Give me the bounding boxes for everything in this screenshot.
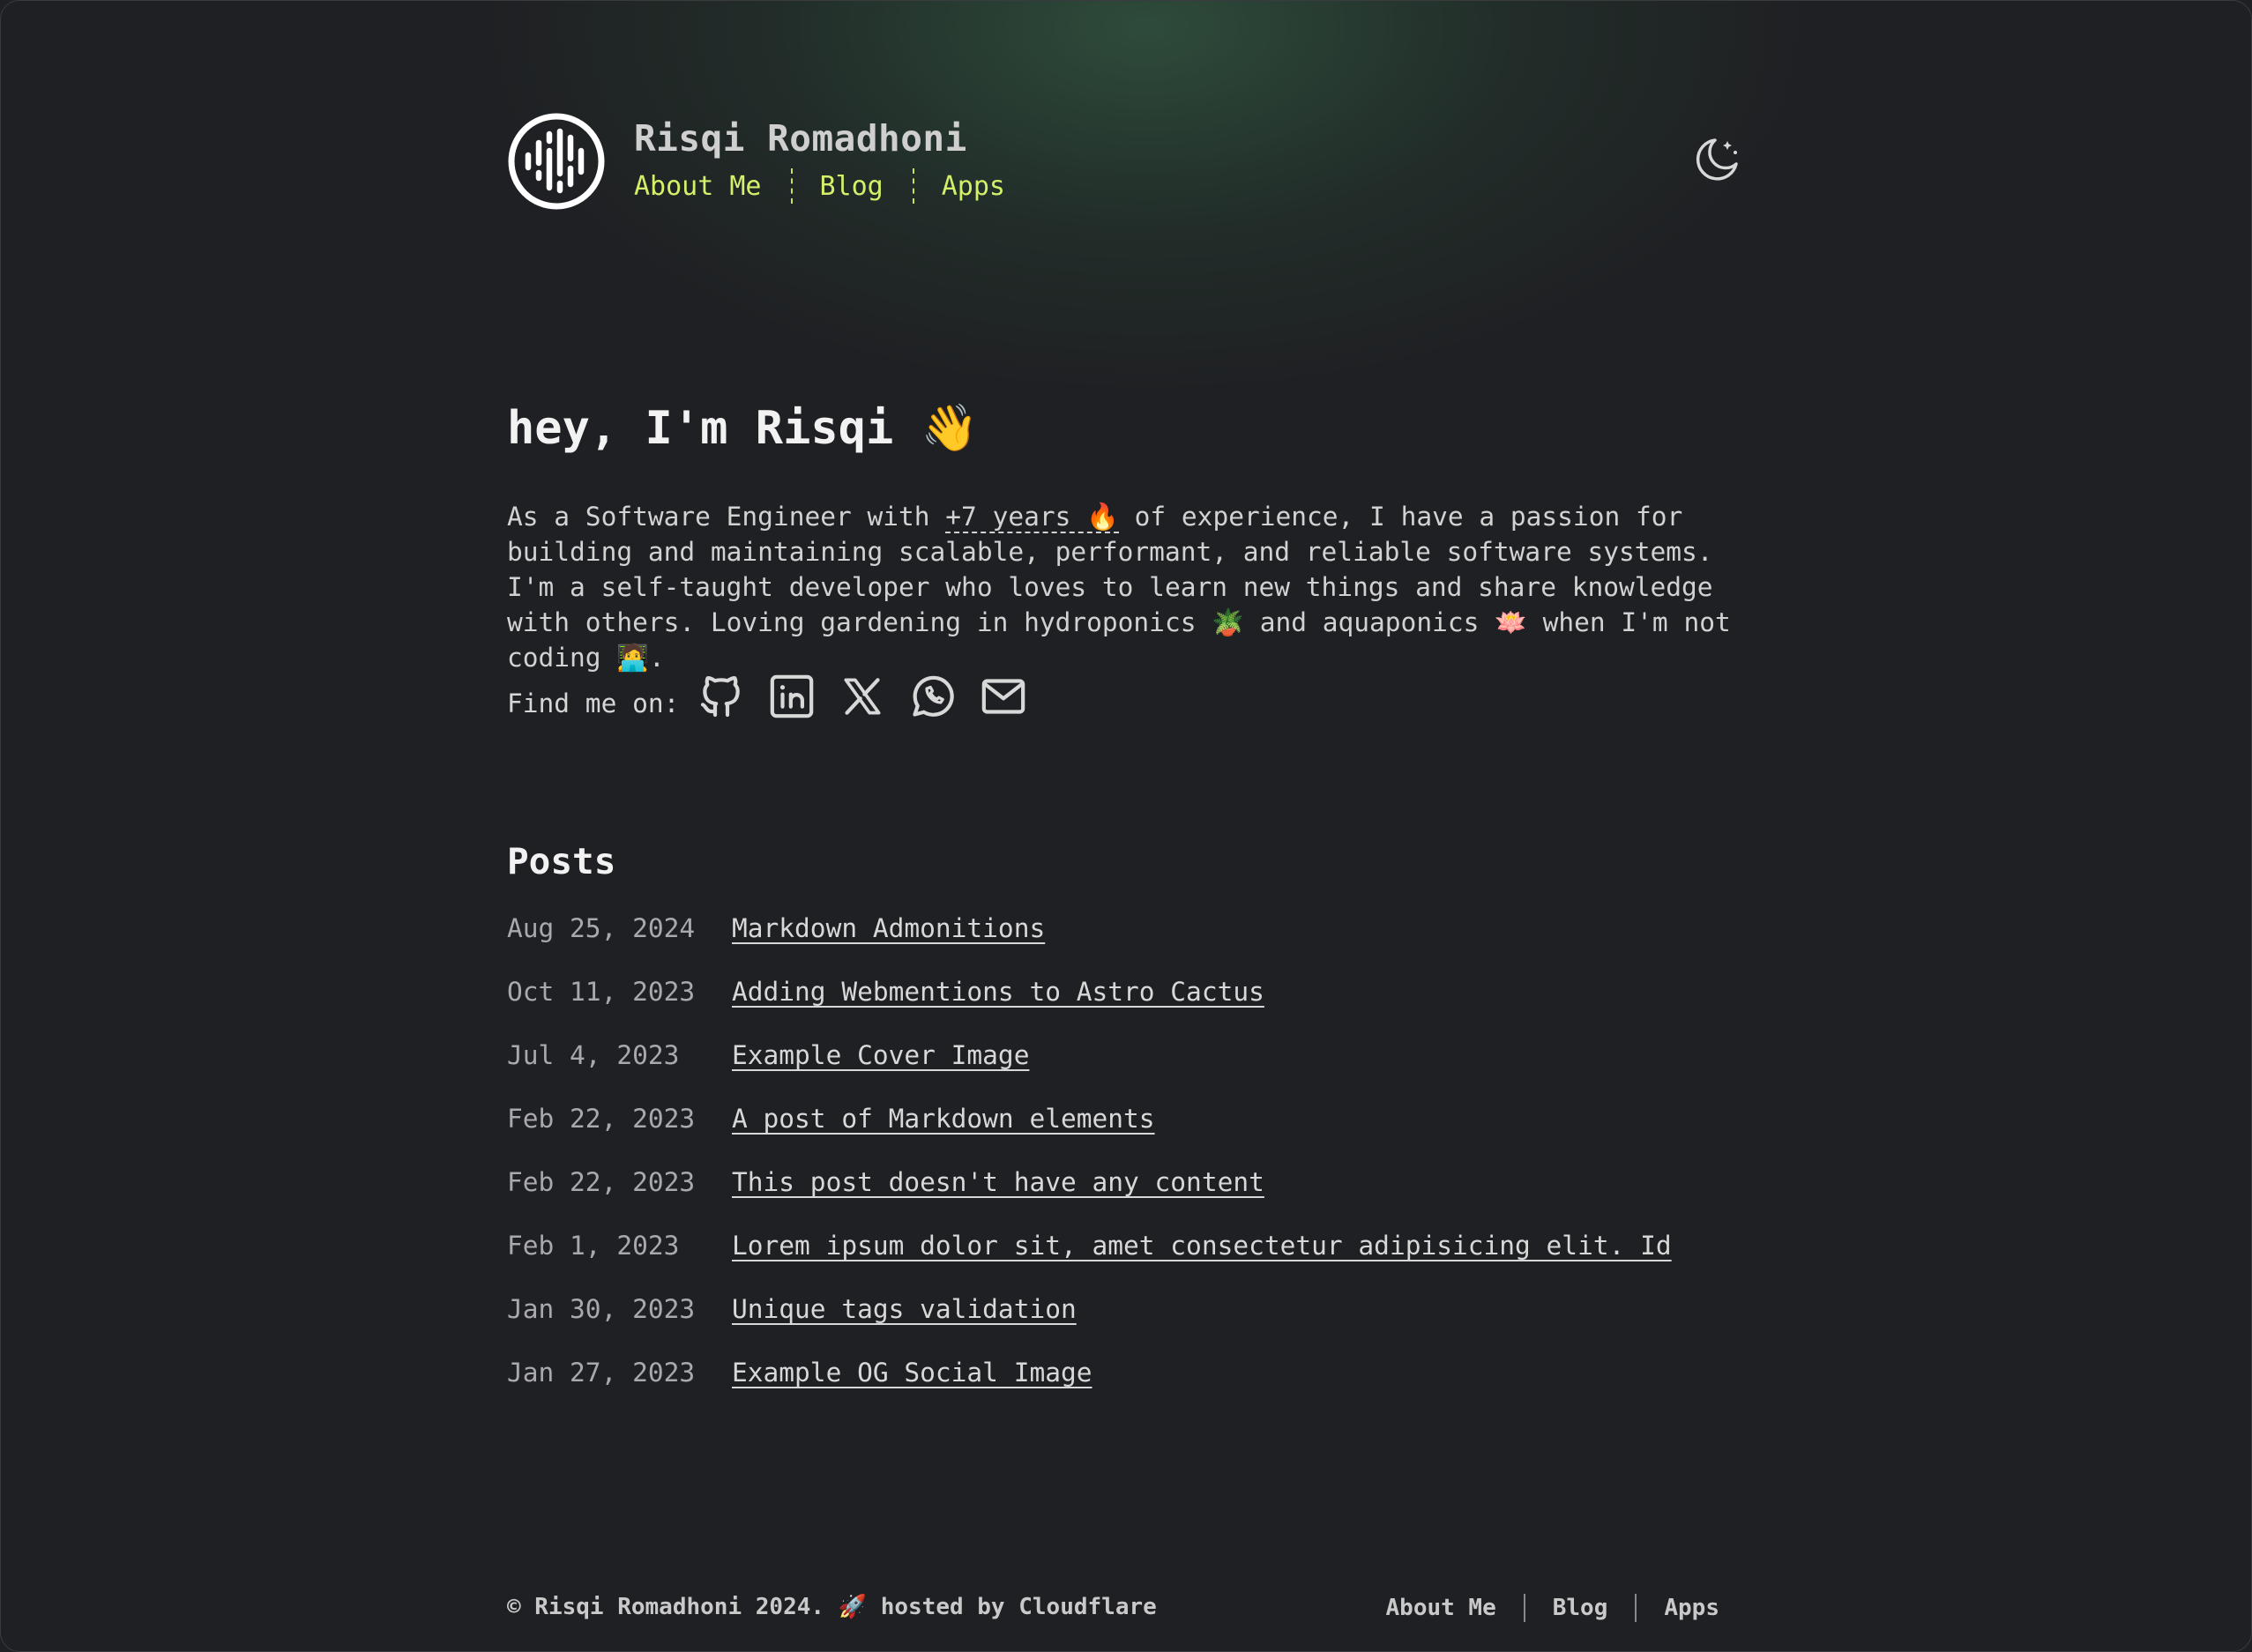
post-date: Oct 11, 2023 xyxy=(507,977,696,1007)
footer-nav-divider xyxy=(1635,1594,1637,1622)
logo-icon[interactable] xyxy=(507,112,606,211)
post-link[interactable]: Adding Webmentions to Astro Cactus xyxy=(732,977,1264,1007)
moon-icon[interactable] xyxy=(1692,135,1741,184)
experience-years[interactable]: +7 years 🔥 xyxy=(945,502,1119,533)
linkedin-icon[interactable] xyxy=(767,672,817,721)
nav-item-about-me[interactable]: About Me xyxy=(634,171,762,202)
list-item: Aug 25, 2024 Markdown Admonitions xyxy=(507,913,1672,977)
mail-icon[interactable] xyxy=(979,672,1028,721)
post-date: Feb 22, 2023 xyxy=(507,1167,696,1197)
footer-nav-about-me[interactable]: About Me xyxy=(1386,1595,1496,1621)
site-footer: © Risqi Romadhoni 2024. 🚀 hosted by Clou… xyxy=(507,1594,1719,1629)
github-icon[interactable] xyxy=(697,672,746,721)
footer-copyright: © Risqi Romadhoni 2024. 🚀 hosted by Clou… xyxy=(507,1594,1157,1620)
site-title[interactable]: Risqi Romadhoni xyxy=(634,117,967,160)
main-nav: About Me Blog Apps xyxy=(634,168,1005,204)
site-header: Risqi Romadhoni About Me Blog Apps xyxy=(507,112,1741,213)
list-item: Jan 30, 2023 Unique tags validation xyxy=(507,1294,1672,1358)
post-link[interactable]: Example Cover Image xyxy=(732,1040,1029,1070)
nav-item-blog[interactable]: Blog xyxy=(820,171,884,202)
social-links: Find me on: xyxy=(507,672,1049,721)
footer-nav-blog[interactable]: Blog xyxy=(1553,1595,1608,1621)
find-me-label: Find me on: xyxy=(507,688,680,718)
footer-nav: About Me Blog Apps xyxy=(1386,1594,1719,1622)
intro-heading: hey, I'm Risqi 👋 xyxy=(507,402,979,455)
post-date: Jan 27, 2023 xyxy=(507,1358,696,1388)
list-item: Oct 11, 2023 Adding Webmentions to Astro… xyxy=(507,977,1672,1040)
nav-divider xyxy=(790,168,793,204)
nav-item-apps[interactable]: Apps xyxy=(942,171,1005,202)
post-link[interactable]: This post doesn't have any content xyxy=(732,1167,1264,1197)
whatsapp-icon[interactable] xyxy=(908,672,958,721)
list-item: Jan 27, 2023 Example OG Social Image xyxy=(507,1358,1672,1421)
post-date: Jul 4, 2023 xyxy=(507,1040,680,1070)
list-item: Feb 22, 2023 A post of Markdown elements xyxy=(507,1104,1672,1167)
nav-divider xyxy=(912,168,914,204)
post-date: Feb 1, 2023 xyxy=(507,1231,680,1261)
footer-nav-apps[interactable]: Apps xyxy=(1664,1595,1719,1621)
post-link[interactable]: Example OG Social Image xyxy=(732,1358,1092,1388)
list-item: Feb 22, 2023 This post doesn't have any … xyxy=(507,1167,1672,1231)
footer-nav-divider xyxy=(1523,1594,1525,1622)
post-link[interactable]: A post of Markdown elements xyxy=(732,1104,1155,1134)
intro-paragraph: As a Software Engineer with +7 years 🔥 o… xyxy=(507,499,1759,675)
posts-list: Aug 25, 2024 Markdown Admonitions Oct 11… xyxy=(507,913,1672,1421)
post-date: Feb 22, 2023 xyxy=(507,1104,696,1134)
post-link[interactable]: Unique tags validation xyxy=(732,1294,1077,1324)
list-item: Feb 1, 2023 Lorem ipsum dolor sit, amet … xyxy=(507,1231,1672,1294)
post-link[interactable]: Lorem ipsum dolor sit, amet consectetur … xyxy=(732,1231,1672,1261)
list-item: Jul 4, 2023 Example Cover Image xyxy=(507,1040,1672,1104)
posts-heading: Posts xyxy=(507,840,616,882)
intro-text-start: As a Software Engineer with xyxy=(507,502,946,532)
post-link[interactable]: Markdown Admonitions xyxy=(732,913,1045,943)
post-date: Jan 30, 2023 xyxy=(507,1294,696,1324)
post-date: Aug 25, 2024 xyxy=(507,913,696,943)
x-icon[interactable] xyxy=(838,672,887,721)
